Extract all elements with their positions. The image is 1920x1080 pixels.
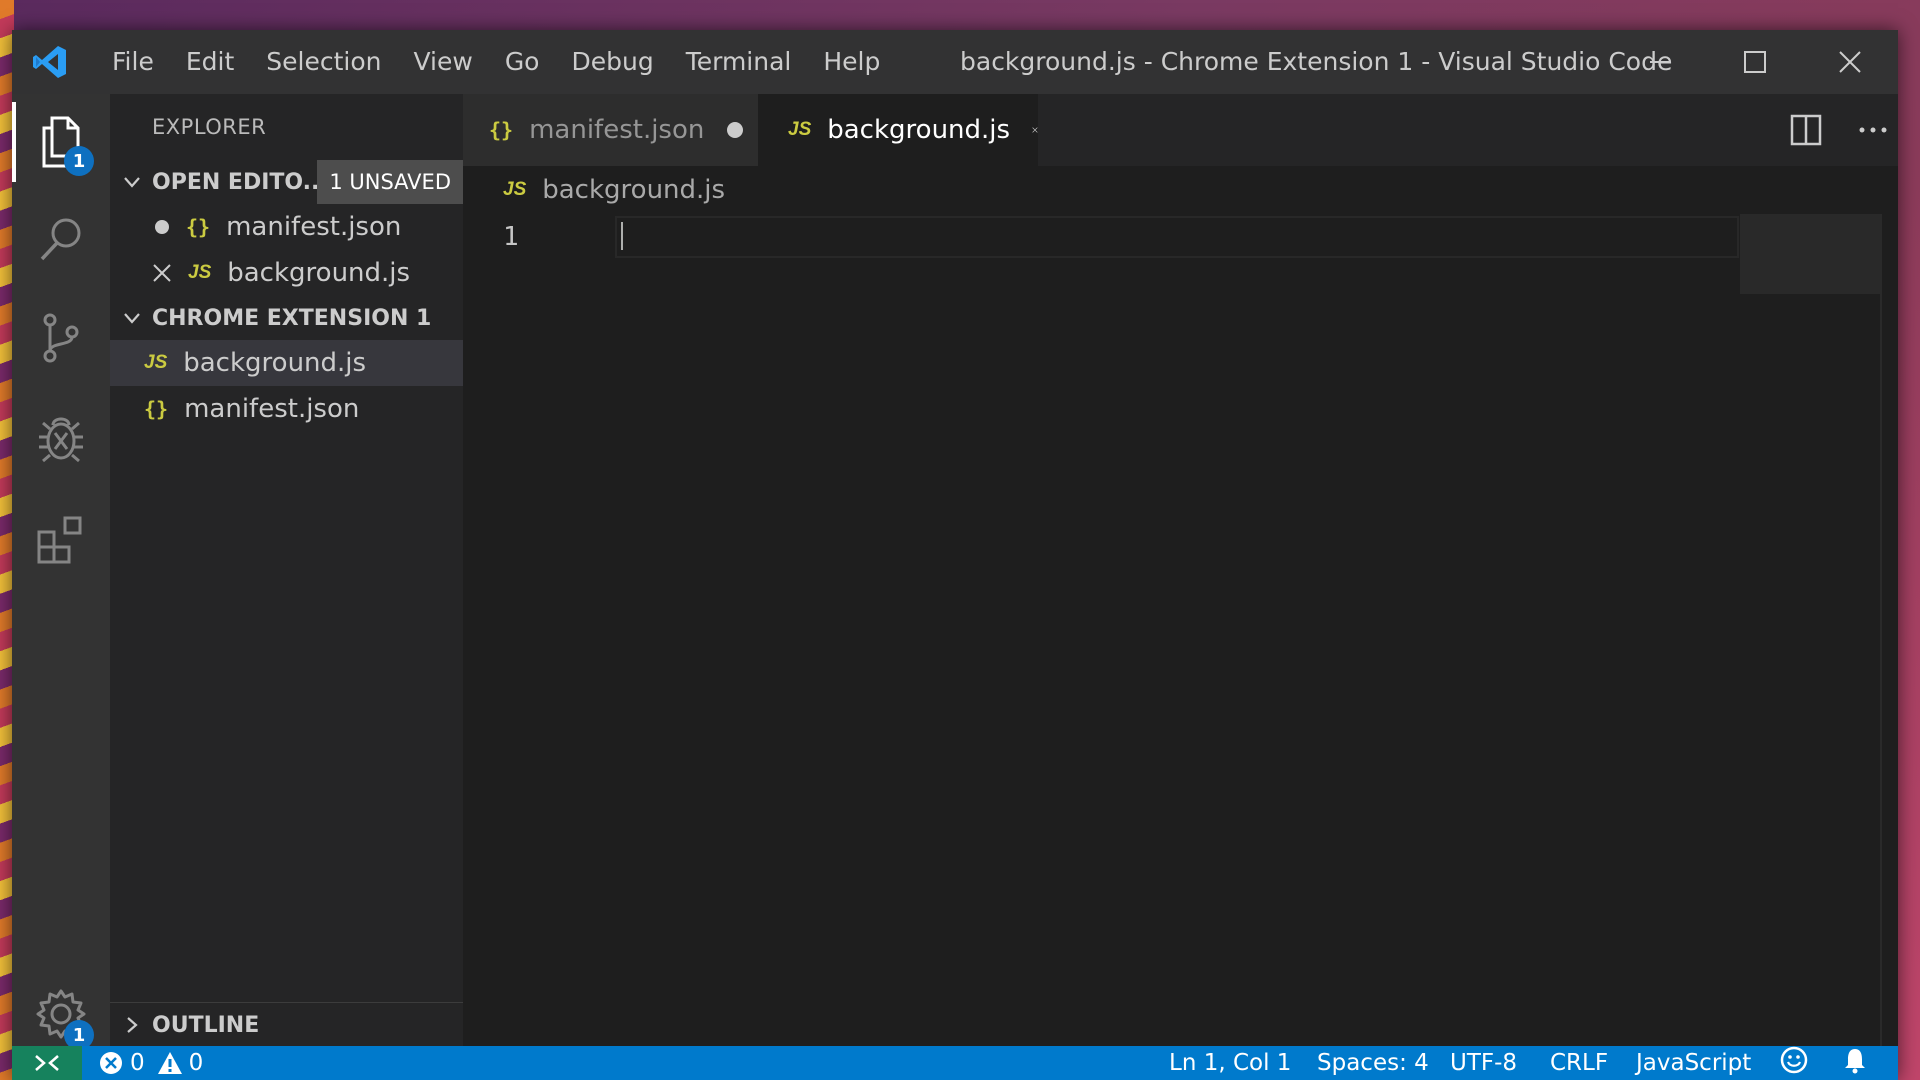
js-file-icon: JS [144,352,168,373]
menu-bar: File Edit Selection View Go Debug Termin… [96,30,896,94]
open-editors-title: OPEN EDITO... [152,169,328,195]
menu-terminal[interactable]: Terminal [670,30,808,94]
unsaved-dot-icon [155,220,169,234]
tab-background[interactable]: JS background.js [758,94,1038,166]
cursor-position[interactable]: Ln 1, Col 1 [1169,1046,1291,1080]
maximize-button[interactable] [1707,30,1802,94]
bell-icon [1845,1049,1865,1074]
open-editor-label: manifest.json [226,212,402,242]
chevron-down-icon [124,313,140,324]
outline-header[interactable]: OUTLINE [110,1002,463,1047]
split-editor-icon [1790,114,1822,146]
unsaved-badge: 1 UNSAVED [317,160,463,204]
tab-manifest[interactable]: {} manifest.json [463,94,758,166]
menu-edit[interactable]: Edit [170,30,250,94]
activity-extensions[interactable] [12,492,110,588]
activity-bar: 1 1 [12,94,110,1050]
notifications-button[interactable] [1842,1046,1868,1074]
activity-explorer[interactable]: 1 [12,94,110,190]
smiley-icon [1780,1046,1808,1074]
close-tab-icon[interactable] [1032,120,1038,140]
maximize-icon [1743,51,1766,73]
extensions-icon [37,516,82,564]
problems-indicator[interactable]: 0 0 [98,1046,203,1080]
debug-icon [39,417,83,463]
title-bar: File Edit Selection View Go Debug Termin… [12,30,1898,94]
tab-label: background.js [827,115,1011,145]
explorer-sidebar: EXPLORER OPEN EDITO... 1 UNSAVED {} mani… [110,94,463,1047]
folder-title: CHROME EXTENSION 1 [152,305,432,331]
warning-icon [157,1052,182,1074]
chevron-right-icon [127,1017,138,1033]
menu-selection[interactable]: Selection [250,30,397,94]
open-editor-label: background.js [227,258,411,288]
menu-go[interactable]: Go [489,30,556,94]
more-actions-button[interactable] [1855,112,1891,148]
minimize-button[interactable] [1612,30,1707,94]
breadcrumb-file[interactable]: background.js [542,175,725,205]
js-file-icon: JS [503,179,527,200]
json-file-icon: {} [144,397,169,421]
source-control-icon [43,313,79,363]
code-editor[interactable]: 1 [463,214,1898,1046]
open-editor-item-manifest[interactable]: {} manifest.json [110,204,463,250]
minimize-icon [1649,61,1670,63]
file-item-background[interactable]: JS background.js [110,340,463,386]
outline-title: OUTLINE [152,1012,260,1038]
status-bar: 0 0 Ln 1, Col 1 Spaces: 4 UTF-8 CRLF Jav… [12,1046,1898,1080]
close-window-button[interactable] [1802,30,1897,94]
remote-button[interactable] [12,1046,82,1080]
current-line-highlight [615,216,1739,258]
error-count: 0 [130,1050,145,1076]
menu-debug[interactable]: Debug [555,30,669,94]
file-label: background.js [183,348,367,378]
editor-tabs: {} manifest.json JS background.js [463,94,1898,166]
split-editor-button[interactable] [1788,112,1824,148]
scrollbar-track[interactable] [1880,214,1882,1046]
close-icon [1838,51,1861,73]
json-file-icon: {} [186,215,211,239]
encoding[interactable]: UTF-8 [1450,1046,1517,1080]
file-label: manifest.json [184,394,360,424]
warning-count: 0 [188,1050,204,1076]
vscode-logo-icon [33,46,66,78]
folder-header[interactable]: CHROME EXTENSION 1 [110,296,463,340]
js-file-icon: JS [188,262,212,283]
line-endings[interactable]: CRLF [1550,1046,1608,1080]
open-editors-header[interactable]: OPEN EDITO... 1 UNSAVED [110,160,463,204]
file-item-manifest[interactable]: {} manifest.json [110,386,463,432]
feedback-button[interactable] [1780,1046,1808,1074]
explorer-badge: 1 [64,146,94,176]
vscode-window: File Edit Selection View Go Debug Termin… [12,30,1898,1080]
chevron-down-icon [124,177,140,188]
menu-help[interactable]: Help [807,30,896,94]
close-editor-icon[interactable] [152,263,172,283]
tab-label: manifest.json [529,115,705,145]
search-icon [40,218,81,261]
remote-icon [35,1055,59,1071]
minimap-slider[interactable] [1740,214,1880,294]
open-editor-item-background[interactable]: JS background.js [110,250,463,296]
line-number: 1 [503,222,519,252]
error-icon [100,1052,122,1074]
menu-view[interactable]: View [397,30,488,94]
language-mode[interactable]: JavaScript [1636,1046,1751,1080]
json-file-icon: {} [489,118,514,142]
window-title: background.js - Chrome Extension 1 - Vis… [960,47,1673,76]
unsaved-dot-icon[interactable] [726,121,744,139]
text-cursor [621,222,623,250]
activity-debug[interactable] [12,390,110,486]
js-file-icon: JS [788,119,812,140]
more-icon [1859,127,1887,133]
sidebar-title: EXPLORER [152,115,267,139]
activity-source-control[interactable] [12,290,110,386]
breadcrumb: JS background.js [463,166,725,214]
menu-file[interactable]: File [96,30,170,94]
activity-search[interactable] [12,192,110,288]
indentation[interactable]: Spaces: 4 [1317,1046,1429,1080]
